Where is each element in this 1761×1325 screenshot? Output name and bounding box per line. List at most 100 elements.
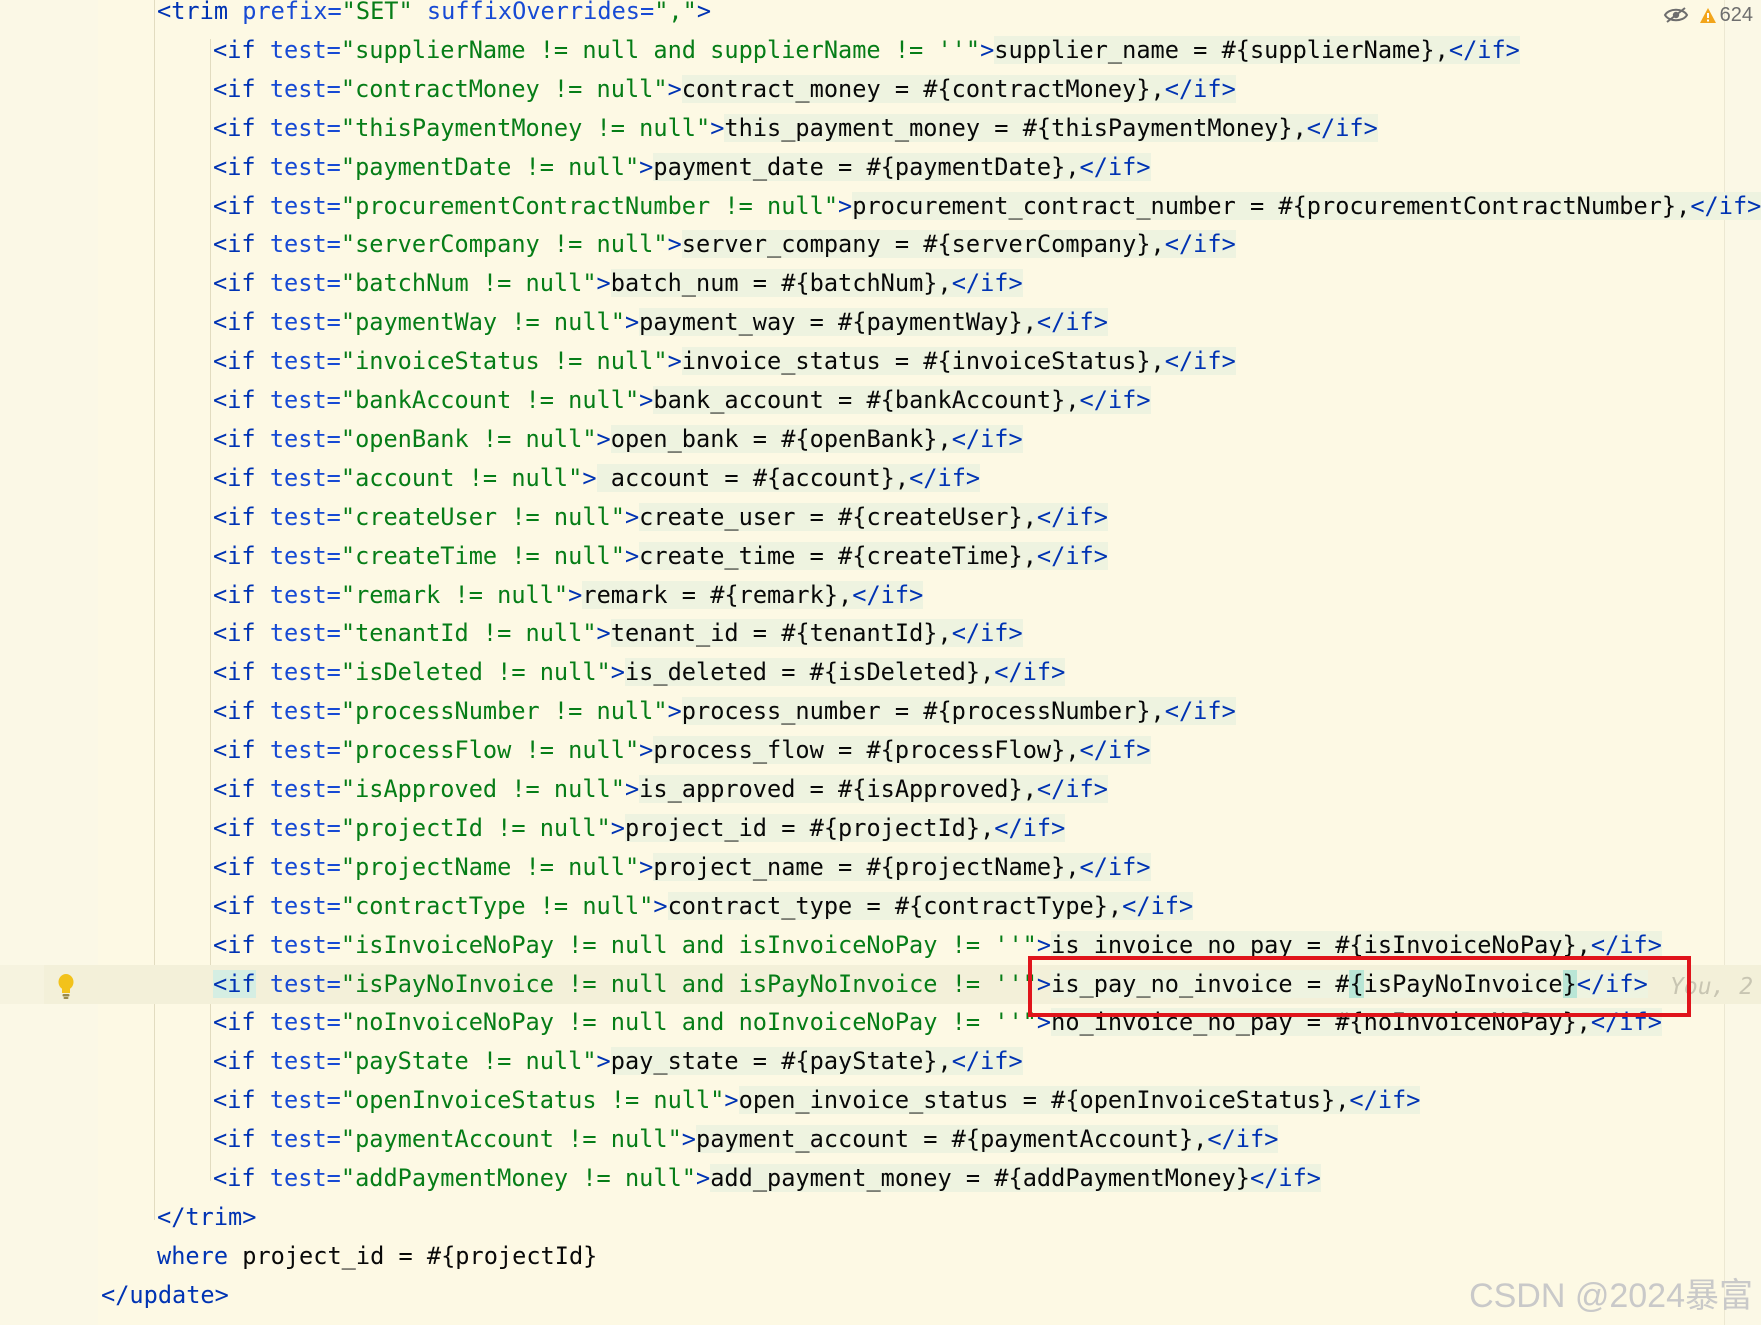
token: test=: [269, 269, 341, 298]
code-line-if-supplier-name[interactable]: <if test="supplierName != null and suppl…: [0, 31, 1761, 70]
code-line-if-process-number[interactable]: <if test="processNumber != null">process…: [0, 692, 1761, 731]
code-line-if-create-user[interactable]: <if test="createUser != null">create_use…: [0, 498, 1761, 537]
token: "account != null": [340, 463, 583, 492]
token: test=: [269, 852, 341, 881]
token: >: [582, 463, 597, 492]
token: "procurementContractNumber != null": [340, 191, 839, 220]
code-text: <if test="supplierName != null and suppl…: [213, 31, 1520, 70]
token: "projectName != null": [340, 852, 640, 881]
code-text: <if test="projectName != null">project_n…: [213, 848, 1151, 887]
code-line-if-account[interactable]: <if test="account != null"> account = #{…: [0, 459, 1761, 498]
code-line-trim-close[interactable]: </trim>: [0, 1198, 1761, 1237]
token: >: [639, 386, 654, 414]
token: </if>: [1036, 502, 1108, 531]
token: </trim>: [157, 1202, 257, 1231]
token: "createTime != null": [340, 541, 625, 570]
token: <trim: [157, 0, 243, 25]
warning-counter[interactable]: 624: [1699, 4, 1753, 27]
token: test=: [269, 424, 341, 453]
token: >: [667, 697, 682, 726]
token: "payState != null": [340, 1047, 597, 1076]
token: test=: [269, 813, 341, 842]
token: </if>: [1079, 386, 1151, 414]
token: test=: [269, 891, 341, 920]
token: <if: [213, 813, 270, 842]
token: </if>: [1164, 697, 1236, 726]
code-line-if-open-invoice-status[interactable]: <if test="openInvoiceStatus != null">ope…: [0, 1081, 1761, 1120]
token: test=: [269, 191, 341, 220]
token: server_company = #{serverCompany},: [681, 230, 1165, 259]
token: <if: [213, 891, 270, 920]
code-line-if-contract-money[interactable]: <if test="contractMoney != null">contrac…: [0, 70, 1761, 109]
token: "addPaymentMoney != null": [340, 1164, 696, 1192]
code-text: <if test="openBank != null">open_bank = …: [213, 420, 1023, 459]
token: "invoiceStatus != null": [340, 347, 668, 376]
code-line-if-is-deleted[interactable]: <if test="isDeleted != null">is_deleted …: [0, 653, 1761, 692]
token: "noInvoiceNoPay != null and noInvoiceNoP…: [340, 1008, 1037, 1037]
warning-icon: [1699, 7, 1716, 23]
token: "isApproved != null": [340, 775, 625, 803]
token: test=: [269, 152, 341, 181]
token: test=: [269, 1086, 341, 1115]
code-text: <if test="procurementContractNumber != n…: [213, 187, 1761, 226]
code-line-if-project-id[interactable]: <if test="projectId != null">project_id …: [0, 809, 1761, 848]
code-line-if-batch-num[interactable]: <if test="batchNum != null">batch_num = …: [0, 264, 1761, 303]
token: >: [696, 0, 712, 25]
code-text: <if test="serverCompany != null">server_…: [213, 225, 1236, 264]
code-text: <trim prefix="SET" suffixOverrides=",">: [157, 0, 711, 31]
code-line-if-bank-account[interactable]: <if test="bankAccount != null">bank_acco…: [0, 381, 1761, 420]
code-line-if-is-approved[interactable]: <if test="isApproved != null">is_approve…: [0, 770, 1761, 809]
code-line-trim-open[interactable]: <trim prefix="SET" suffixOverrides=",">: [0, 0, 1761, 31]
code-line-if-tenant-id[interactable]: <if test="tenantId != null">tenant_id = …: [0, 614, 1761, 653]
token: test=: [269, 619, 341, 648]
token: project_id = #{projectId},: [624, 813, 995, 842]
reader-mode-icon[interactable]: [1663, 6, 1689, 24]
token: <if: [213, 658, 270, 687]
code-line-if-server-company[interactable]: <if test="serverCompany != null">server_…: [0, 225, 1761, 264]
code-line-if-pay-state[interactable]: <if test="payState != null">pay_state = …: [0, 1042, 1761, 1081]
token: test=: [269, 1164, 341, 1192]
token: test=: [269, 580, 341, 609]
token: >: [653, 891, 668, 920]
token: >: [667, 347, 682, 376]
code-line-if-create-time[interactable]: <if test="createTime != null">create_tim…: [0, 537, 1761, 576]
warning-count: 624: [1719, 3, 1753, 26]
token: "bankAccount != null": [340, 386, 640, 414]
code-line-if-add-payment-money[interactable]: <if test="addPaymentMoney != null">add_p…: [0, 1159, 1761, 1198]
code-line-if-project-name[interactable]: <if test="projectName != null">project_n…: [0, 848, 1761, 887]
token: contract_money = #{contractMoney},: [681, 74, 1165, 103]
token: "createUser != null": [340, 502, 625, 531]
code-line-if-process-flow[interactable]: <if test="processFlow != null">process_f…: [0, 731, 1761, 770]
token: "processNumber != null": [340, 697, 668, 726]
code-line-if-payment-way[interactable]: <if test="paymentWay != null">payment_wa…: [0, 303, 1761, 342]
token: <if: [213, 580, 270, 609]
code-text: <if test="paymentAccount != null">paymen…: [213, 1120, 1279, 1159]
code-line-if-invoice-status[interactable]: <if test="invoiceStatus != null">invoice…: [0, 342, 1761, 381]
inspection-widget[interactable]: 624: [1663, 2, 1753, 28]
code-line-if-remark[interactable]: <if test="remark != null">remark = #{rem…: [0, 576, 1761, 615]
code-text: <if test="createTime != null">create_tim…: [213, 537, 1108, 576]
token: invoice_status = #{invoiceStatus},: [681, 347, 1165, 376]
token: <if: [213, 736, 270, 765]
code-text: </update>: [101, 1276, 229, 1315]
token: "contractMoney != null": [340, 74, 668, 103]
lightbulb-icon[interactable]: [56, 972, 76, 1000]
token: test=: [269, 308, 341, 337]
code-text: <if test="openInvoiceStatus != null">ope…: [213, 1081, 1421, 1120]
code-line-if-payment-account[interactable]: <if test="paymentAccount != null">paymen…: [0, 1120, 1761, 1159]
token: <if: [213, 386, 270, 414]
token: payment_date = #{paymentDate},: [653, 152, 1080, 181]
token: test=: [269, 1125, 341, 1154]
code-line-if-payment-date[interactable]: <if test="paymentDate != null">payment_d…: [0, 148, 1761, 187]
code-line-if-open-bank[interactable]: <if test="openBank != null">open_bank = …: [0, 420, 1761, 459]
token: <if: [213, 35, 270, 64]
token: </if>: [1079, 152, 1151, 181]
token: "contractType != null": [340, 891, 654, 920]
code-text: <if test="contractMoney != null">contrac…: [213, 70, 1236, 109]
token: >: [667, 74, 682, 103]
code-line-if-procurement-contract-number[interactable]: <if test="procurementContractNumber != n…: [0, 187, 1761, 226]
token: test=: [269, 736, 341, 765]
code-line-if-contract-type[interactable]: <if test="contractType != null">contract…: [0, 887, 1761, 926]
code-line-if-this-payment-money[interactable]: <if test="thisPaymentMoney != null">this…: [0, 109, 1761, 148]
token: "batchNum != null": [340, 269, 597, 298]
